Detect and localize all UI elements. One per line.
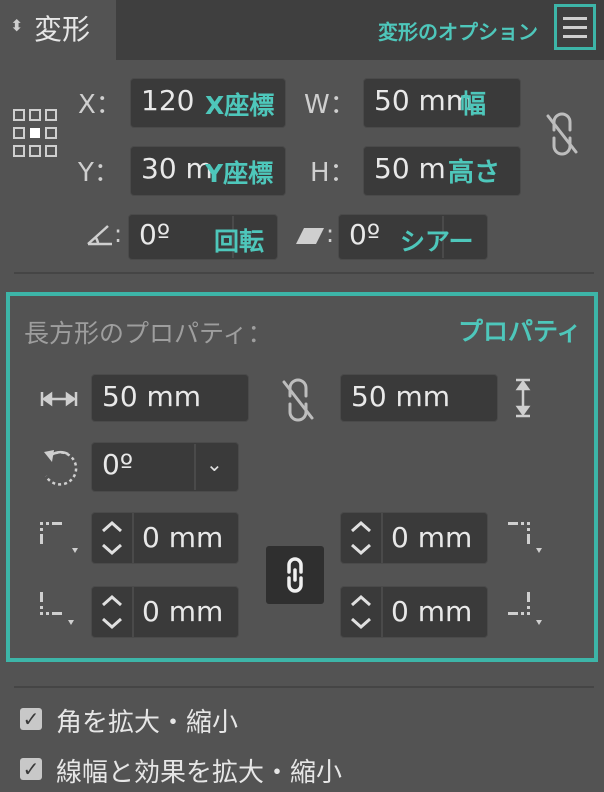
chevron-down-icon[interactable]: ⌄ — [206, 452, 223, 476]
shear-colon: : — [326, 220, 335, 248]
w-label: W： — [304, 90, 356, 120]
corner-top-right-value: 0 mm — [391, 521, 473, 554]
shear-icon — [296, 228, 324, 244]
h-label: H： — [310, 158, 356, 188]
w-field[interactable]: 50 mm — [363, 78, 521, 128]
corner-top-left-icon — [40, 522, 78, 553]
height-icon — [515, 378, 531, 418]
panel-menu-button[interactable] — [554, 4, 596, 50]
expand-collapse-icon[interactable]: ⬍ — [10, 16, 23, 35]
corner-bottom-left-icon — [40, 592, 74, 625]
divider — [14, 272, 594, 274]
annotation-h: 高さ — [448, 158, 501, 188]
rect-props-title: 長方形のプロパティ： — [24, 319, 273, 348]
corner-top-right-stepper[interactable]: 0 mm — [340, 512, 488, 564]
corner-bottom-right-value: 0 mm — [391, 595, 473, 628]
rect-height-field[interactable]: 50 mm — [340, 374, 498, 422]
corner-bottom-right-stepper[interactable]: 0 mm — [340, 586, 488, 638]
annotation-y: Y座標 — [205, 159, 274, 188]
annotation-options: 変形のオプション — [378, 20, 538, 44]
stepper-arrows-icon[interactable] — [92, 587, 134, 637]
corner-bottom-right-icon — [508, 592, 542, 625]
divider — [14, 686, 594, 688]
annotation-properties: プロパティ — [458, 317, 582, 346]
x-label: X： — [78, 90, 122, 120]
corner-bottom-left-value: 0 mm — [142, 595, 224, 628]
rect-width-field[interactable]: 50 mm — [91, 374, 249, 422]
stepper-arrows-icon[interactable] — [92, 513, 134, 563]
scale-corners-label: 角を拡大・縮小 — [56, 708, 239, 738]
tab-transform[interactable]: ⬍ 変形 — [0, 0, 116, 60]
stepper-arrows-icon[interactable] — [341, 587, 383, 637]
scale-corners-checkbox[interactable]: ✓ — [20, 708, 42, 730]
reference-point-icon[interactable] — [12, 108, 58, 160]
rotate-angle-icon — [87, 225, 112, 246]
constrain-proportions-icon[interactable] — [544, 112, 580, 156]
stepper-arrows-icon[interactable] — [341, 513, 383, 563]
annotation-rotate: 回転 — [214, 227, 265, 256]
constrain-width-height-icon[interactable] — [280, 378, 316, 422]
width-icon — [40, 391, 78, 407]
annotation-w: 幅 — [460, 90, 487, 120]
annotation-x: X座標 — [205, 91, 275, 120]
scale-strokes-checkbox[interactable]: ✓ — [20, 758, 42, 780]
panel-title: 変形 — [34, 13, 91, 46]
link-icon — [287, 557, 303, 593]
corner-top-left-value: 0 mm — [142, 521, 224, 554]
y-label: Y： — [78, 158, 120, 188]
annotation-shear: シアー — [400, 227, 474, 256]
hamburger-icon — [563, 16, 587, 20]
scale-strokes-label: 線幅と効果を拡大・縮小 — [56, 758, 343, 788]
link-corners-button[interactable] — [266, 546, 324, 604]
corner-top-left-stepper[interactable]: 0 mm — [91, 512, 239, 564]
rotation-icon — [44, 450, 78, 486]
corner-top-right-icon — [508, 522, 542, 553]
corner-bottom-left-stepper[interactable]: 0 mm — [91, 586, 239, 638]
rotate-colon: : — [114, 220, 123, 248]
